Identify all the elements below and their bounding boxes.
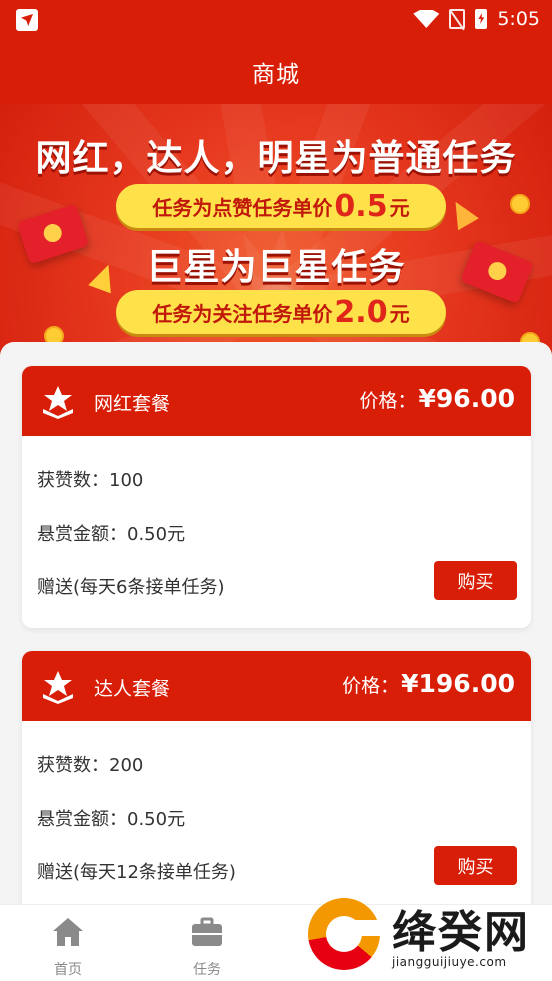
watermark-logo-icon [308, 898, 382, 970]
buy-button[interactable]: 购买 [434, 561, 517, 600]
tab-tasks[interactable]: 任务 [167, 915, 247, 979]
banner-price-pill-1: 任务为点赞任务单价 0.5 元 [116, 184, 446, 228]
star-package-icon [43, 386, 73, 419]
package-price: 价格： ¥96.00 [359, 384, 516, 413]
likes-count: 获赞数：200 [37, 755, 144, 776]
status-bar: 5:05 [0, 0, 552, 40]
decor-triangle [445, 195, 479, 231]
tab-home[interactable]: 首页 [28, 915, 108, 979]
package-name: 达人套餐 [94, 678, 171, 700]
gift-info: 赠送(每天6条接单任务) [37, 577, 225, 598]
site-watermark: 绛癸网 jiangguijiuye.com [300, 892, 552, 981]
gift-info: 赠送(每天12条接单任务) [37, 862, 236, 883]
coin-icon [510, 194, 530, 214]
battery-charging-icon [475, 9, 488, 29]
status-time: 5:05 [497, 8, 540, 30]
banner-headline-2: 巨星为巨星任务 [146, 247, 406, 288]
tab-label: 任务 [193, 962, 221, 978]
reward-amount: 悬赏金额：0.50元 [37, 524, 186, 545]
wifi-icon [413, 10, 440, 28]
buy-button[interactable]: 购买 [434, 846, 517, 885]
no-sim-icon [449, 9, 466, 29]
star-package-icon [43, 671, 73, 704]
briefcase-icon [192, 917, 222, 946]
system-icons: 5:05 [413, 8, 540, 30]
package-card: 网红套餐 价格： ¥96.00 获赞数：100 悬赏金额：0.50元 赠送(每天… [22, 366, 531, 628]
app-notification-icon [16, 9, 38, 31]
watermark-url: jiangguijiuye.com [392, 955, 507, 969]
package-card-header: 达人套餐 价格： ¥196.00 [22, 651, 531, 721]
reward-amount: 悬赏金额：0.50元 [37, 809, 186, 830]
tab-label: 首页 [54, 962, 82, 978]
package-name: 网红套餐 [94, 393, 171, 415]
likes-count: 获赞数：100 [37, 470, 144, 491]
page-title: 商城 [252, 62, 300, 88]
package-list[interactable]: 网红套餐 价格： ¥96.00 获赞数：100 悬赏金额：0.50元 赠送(每天… [0, 342, 552, 904]
banner-price-pill-2: 任务为关注任务单价 2.0 元 [116, 290, 446, 334]
app-header: 商城 [0, 40, 552, 104]
promo-banner[interactable]: 网红，达人，明星为普通任务 任务为点赞任务单价 0.5 元 巨星为巨星任务 任务… [0, 104, 552, 356]
home-icon [53, 918, 83, 946]
package-card: 达人套餐 价格： ¥196.00 获赞数：200 悬赏金额：0.50元 赠送(每… [22, 651, 531, 904]
package-card-header: 网红套餐 价格： ¥96.00 [22, 366, 531, 436]
watermark-text: 绛癸网 [392, 907, 530, 958]
package-price: 价格： ¥196.00 [342, 669, 515, 698]
banner-headline-1: 网红，达人，明星为普通任务 [35, 138, 517, 179]
